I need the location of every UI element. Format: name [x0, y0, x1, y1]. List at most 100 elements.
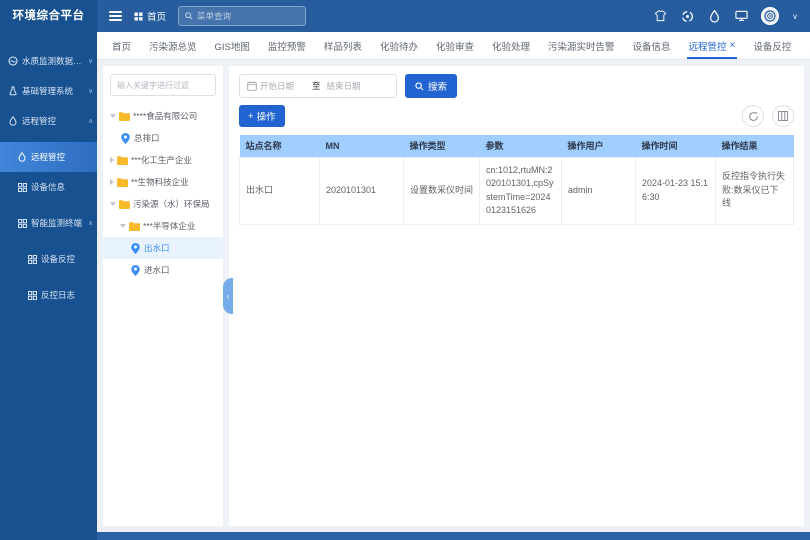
chevron-up-icon: ∧: [88, 117, 93, 125]
action-toolbar: + 操作: [239, 105, 794, 127]
top-header: 首页 ∨: [97, 0, 810, 32]
tab-sample-list[interactable]: 样品列表: [315, 32, 371, 59]
analysis-icon: [8, 56, 18, 66]
end-date-input[interactable]: [327, 81, 373, 91]
tree-node-company3[interactable]: **生物科技企业: [103, 171, 223, 193]
hamburger-menu-icon[interactable]: [109, 11, 122, 21]
close-icon[interactable]: ×: [730, 41, 736, 51]
sidebar-item-label: 设备反控: [41, 253, 75, 265]
caret-down-icon: [120, 224, 126, 228]
refresh-button[interactable]: [742, 105, 764, 127]
sidebar-item-device-info[interactable]: 设备信息: [0, 172, 97, 202]
tree-collapse-handle[interactable]: ‹: [223, 278, 233, 314]
date-separator: 至: [309, 80, 324, 92]
tree-node-bureau[interactable]: 污染源（水）环保局: [103, 193, 223, 215]
tree-node-label: ***化工生产企业: [131, 154, 192, 166]
sidebar-item-label: 反控日志: [41, 289, 75, 301]
tree-node-company2[interactable]: ***化工生产企业: [103, 149, 223, 171]
refresh-icon: [748, 111, 759, 122]
grid-icon: [17, 218, 27, 228]
tab-device-info[interactable]: 设备信息: [624, 32, 680, 59]
col-site-name: 站点名称: [240, 135, 320, 157]
tab-device-reverse-control[interactable]: 设备反控: [744, 32, 800, 59]
user-avatar[interactable]: [761, 7, 779, 25]
tab-monitor-warning[interactable]: 监控预警: [259, 32, 315, 59]
tree-node-label: 出水口: [144, 242, 170, 254]
search-icon: [415, 82, 424, 91]
sidebar-item-remote-control-group[interactable]: 远程管控 ∧: [0, 106, 97, 136]
tree-node-inlet[interactable]: 进水口: [103, 259, 223, 281]
system-icon: [8, 86, 18, 96]
table-row: 出水口 2020101301 设置数采仪时间 cn:1012,rtuMN:202…: [240, 157, 794, 224]
theme-skin-icon[interactable]: [653, 9, 667, 23]
tab-gis-map[interactable]: GIS地图: [206, 32, 259, 59]
monitor-icon[interactable]: [734, 9, 748, 23]
folder-icon: [117, 155, 128, 166]
flame-icon[interactable]: [707, 9, 721, 23]
column-settings-button[interactable]: [772, 105, 794, 127]
add-operation-button[interactable]: + 操作: [239, 105, 285, 127]
tree-filter-input[interactable]: [110, 74, 216, 96]
sidebar-item-label: 水质监测数据综合分析: [22, 55, 84, 67]
sidebar-item-label: 远程管控: [22, 115, 56, 127]
sidebar-item-remote-control[interactable]: 远程管控: [0, 142, 97, 172]
start-date-input[interactable]: [260, 81, 306, 91]
search-icon: [185, 12, 193, 20]
tree-node-outlet-main[interactable]: 总排口: [103, 127, 223, 149]
collapse-arrow-icon: ‹: [227, 291, 230, 301]
header-actions: ∨: [653, 7, 798, 25]
menu-search-input[interactable]: [197, 11, 299, 21]
grid-icon: [27, 290, 37, 300]
tree-node-company4[interactable]: ***半导体企业: [103, 215, 223, 237]
tree-node-label: 污染源（水）环保局: [133, 198, 210, 210]
cell-mn: 2020101301: [320, 157, 404, 224]
date-range-picker[interactable]: 至: [239, 74, 397, 98]
sidebar-item-reverse-control-log[interactable]: 反控日志: [0, 280, 97, 310]
tab-reverse-control-log[interactable]: 反控日志: [800, 32, 810, 59]
folder-icon: [119, 199, 130, 210]
sidebar-item-water-quality-analysis[interactable]: 水质监测数据综合分析 ∨: [0, 46, 97, 76]
col-operation-result: 操作结果: [716, 135, 794, 157]
operation-button-label: 操作: [257, 109, 276, 123]
tree-node-label: ***半导体企业: [143, 220, 195, 232]
dashboard-grid-icon: [134, 12, 143, 21]
chevron-up-icon: ∧: [88, 219, 93, 227]
location-pin-icon: [130, 265, 141, 276]
search-button[interactable]: 搜索: [405, 74, 457, 98]
tree-node-outlet-selected[interactable]: 出水口: [103, 237, 223, 259]
drop-icon: [8, 116, 18, 126]
user-menu-chevron-icon[interactable]: ∨: [792, 12, 798, 21]
tab-remote-control[interactable]: 远程管控 ×: [680, 32, 745, 59]
cell-operation-time: 2024-01-23 15:16:30: [636, 157, 716, 224]
tab-lab-handle[interactable]: 化验处理: [483, 32, 539, 59]
caret-down-icon: [110, 114, 116, 118]
site-tree-panel: ****食品有限公司 总排口 ***化工生产企业 **生物: [103, 66, 223, 526]
fullscreen-segment-icon[interactable]: [680, 9, 694, 23]
columns-icon: [778, 111, 788, 121]
tree-node-company1[interactable]: ****食品有限公司: [103, 105, 223, 127]
caret-right-icon: [110, 179, 114, 185]
grid-icon: [27, 254, 37, 264]
tab-lab-todo[interactable]: 化验待办: [371, 32, 427, 59]
sidebar-menu: 水质监测数据综合分析 ∨ 基础管理系统 ∨ 远程管控 ∧: [0, 32, 97, 310]
sidebar-item-label: 基础管理系统: [22, 85, 73, 97]
cell-operation-type: 设置数采仪时间: [404, 157, 480, 224]
tab-pollution-overview[interactable]: 污染源总览: [140, 32, 206, 59]
breadcrumb-home[interactable]: 首页: [134, 9, 166, 23]
tab-home[interactable]: 首页: [103, 32, 140, 59]
sidebar-item-smart-terminal-group[interactable]: 智能监测终端 ∧: [0, 208, 97, 238]
sidebar-item-base-management[interactable]: 基础管理系统 ∨: [0, 76, 97, 106]
search-toolbar: 至 搜索: [239, 74, 794, 98]
location-pin-icon: [130, 243, 141, 254]
col-mn: MN: [320, 135, 404, 157]
sidebar-item-device-reverse-control[interactable]: 设备反控: [0, 244, 97, 274]
bottom-bar: [97, 532, 810, 540]
tab-lab-review[interactable]: 化验审查: [427, 32, 483, 59]
content-area: ****食品有限公司 总排口 ***化工生产企业 **生物: [97, 60, 810, 532]
chevron-down-icon: ∨: [88, 87, 93, 95]
breadcrumb-home-label: 首页: [147, 9, 166, 23]
tab-realtime-alarm[interactable]: 污染源实时告警: [539, 32, 624, 59]
cell-site-name: 出水口: [240, 157, 320, 224]
tree-node-label: ****食品有限公司: [133, 110, 197, 122]
col-operation-type: 操作类型: [404, 135, 480, 157]
